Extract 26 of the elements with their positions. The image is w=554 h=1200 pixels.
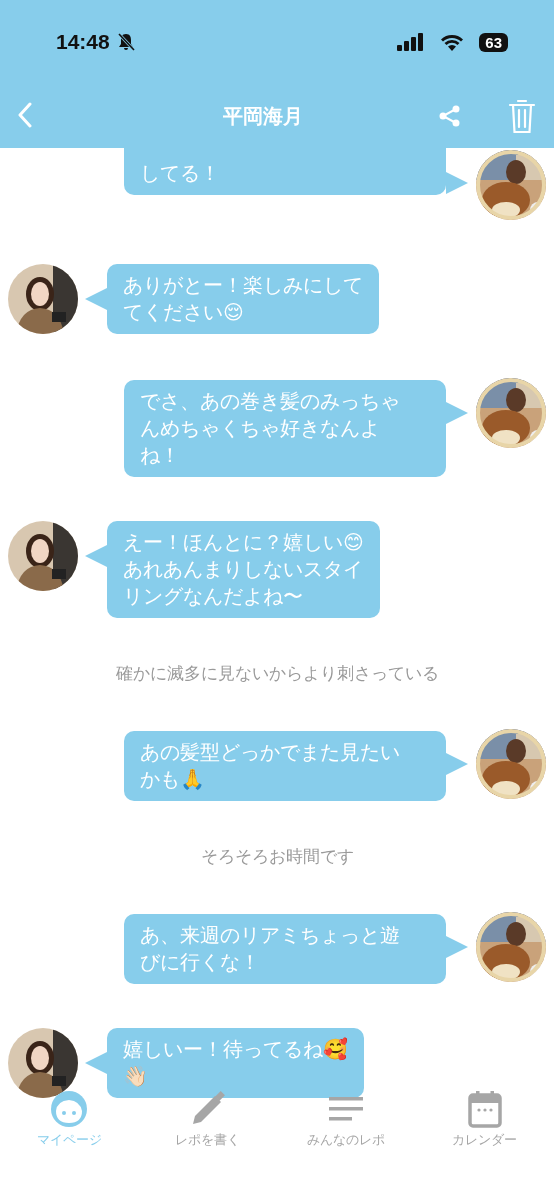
bubble-tail xyxy=(85,1052,107,1074)
chat-title: 平岡海月 xyxy=(222,102,304,130)
share-icon[interactable] xyxy=(438,104,462,128)
bubble-tail xyxy=(446,172,468,194)
person-icon xyxy=(49,1089,90,1129)
battery-level: 63 xyxy=(479,32,508,52)
clock-time: 14:48 xyxy=(56,30,110,54)
bubble-tail xyxy=(85,545,107,567)
chevron-left-icon xyxy=(18,102,32,128)
chat-bubble: でさ、あの巻き髪のみっちゃ んめちゃくちゃ好きなんよ ね！ xyxy=(124,380,446,477)
trash-icon[interactable] xyxy=(508,98,536,134)
bubble-tail xyxy=(446,753,468,775)
bubble-tail xyxy=(446,402,468,424)
wifi-icon xyxy=(439,33,466,51)
chat-bubble: あの髪型どっかでまた見たい かも🙏 xyxy=(124,731,446,801)
bubble-tail xyxy=(85,288,107,310)
chat-bubble: 嬉しいー！待ってるね🥰 👋🏻 xyxy=(107,1028,364,1098)
chat-bubble: えー！ほんとに？嬉しい😊 あれあんまりしないスタイ リングなんだよね〜 xyxy=(107,521,380,618)
chat-bubble: あ、来週のリアミちょっと遊 びに行くな！ xyxy=(124,914,446,984)
system-message: そろそろお時間です xyxy=(200,845,354,868)
muted-bell-icon xyxy=(115,32,136,52)
signal-icon xyxy=(397,33,426,51)
tab[interactable]: カレンダー xyxy=(415,1085,554,1153)
chat-bubble: ありがとー！楽しみにして てください😌 xyxy=(107,264,379,334)
system-message: 確かに滅多に見ないからより刺さっている xyxy=(115,662,439,685)
bubble-tail xyxy=(446,936,468,958)
